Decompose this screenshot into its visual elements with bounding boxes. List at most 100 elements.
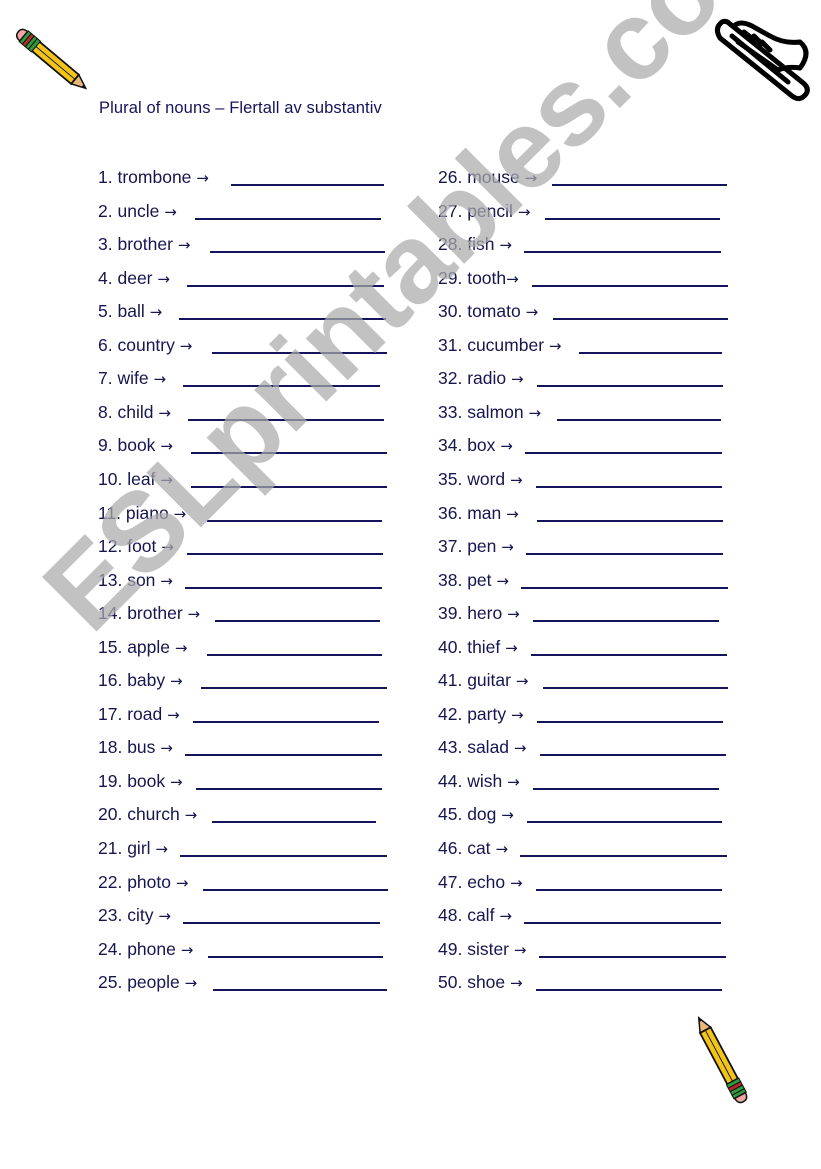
arrow-right-icon: → [157,270,170,288]
exercise-label: 11. piano → [98,502,186,525]
answer-blank-line[interactable] [191,452,387,454]
answer-blank-line[interactable] [180,855,387,857]
answer-blank-line[interactable] [183,385,380,387]
answer-blank-line[interactable] [210,251,385,253]
answer-blank-line[interactable] [179,318,386,320]
answer-blank-line[interactable] [212,352,387,354]
answer-blank-line[interactable] [520,855,727,857]
item-number: 14. [98,603,123,623]
answer-blank-line[interactable] [521,587,728,589]
item-word: radio [467,368,507,388]
answer-blank-line[interactable] [536,486,722,488]
answer-blank-line[interactable] [185,587,382,589]
exercise-label: 8. child → [98,401,171,424]
answer-blank-line[interactable] [537,520,723,522]
answer-blank-line[interactable] [525,452,722,454]
answer-blank-line[interactable] [196,788,382,790]
item-word: book [127,771,166,791]
item-number: 2. [98,201,113,221]
exercise-item: 15. apple → [98,636,418,660]
item-word: photo [127,872,171,892]
answer-blank-line[interactable] [201,687,387,689]
exercise-label: 17. road → [98,703,180,726]
answer-blank-line[interactable] [552,184,727,186]
item-word: foot [127,536,157,556]
answer-blank-line[interactable] [543,687,728,689]
answer-blank-line[interactable] [536,989,722,991]
answer-blank-line[interactable] [533,788,719,790]
exercise-label: 27. pencil → [438,200,530,223]
item-word: wish [467,771,503,791]
answer-blank-line[interactable] [183,922,380,924]
item-word: box [467,435,496,455]
answer-blank-line[interactable] [526,553,723,555]
arrow-right-icon: → [513,739,527,757]
item-word: mouse [467,167,520,187]
item-word: apple [127,637,171,657]
arrow-right-icon: → [160,572,173,590]
answer-blank-line[interactable] [524,251,721,253]
answer-blank-line[interactable] [193,721,379,723]
item-number: 36. [438,503,463,523]
item-number: 28. [438,234,463,254]
answer-blank-line[interactable] [531,654,727,656]
arrow-right-icon: → [155,840,168,858]
exercise-label: 50. shoe → [438,971,523,994]
item-number: 47. [438,872,463,892]
arrow-right-icon: → [499,236,512,254]
answer-blank-line[interactable] [185,754,382,756]
answer-blank-line[interactable] [213,989,387,991]
exercise-label: 43. salad → [438,736,527,759]
answer-blank-line[interactable] [557,419,721,421]
answer-blank-line[interactable] [212,821,376,823]
exercise-item: 9. book → [98,434,418,458]
arrow-right-icon: → [528,404,542,422]
item-number: 32. [438,368,463,388]
exercise-item: 3. brother → [98,233,418,257]
exercise-item: 29. tooth→ [438,267,758,291]
arrow-right-icon: → [495,840,509,858]
exercise-label: 6. country → [98,334,192,357]
answer-blank-line[interactable] [553,318,728,320]
item-word: salad [467,737,510,757]
arrow-right-icon: → [164,203,177,221]
answer-blank-line[interactable] [537,721,723,723]
answer-blank-line[interactable] [532,285,728,287]
exercise-label: 24. phone → [98,938,193,961]
answer-blank-line[interactable] [207,654,382,656]
exercise-label: 10. leaf → [98,468,173,491]
item-number: 4. [98,268,113,288]
answer-blank-line[interactable] [188,419,384,421]
answer-blank-line[interactable] [524,922,721,924]
arrow-right-icon: → [160,739,173,757]
item-word: man [467,503,502,523]
answer-blank-line[interactable] [533,620,719,622]
answer-blank-line[interactable] [187,553,383,555]
item-number: 31. [438,335,463,355]
answer-blank-line[interactable] [537,385,723,387]
answer-blank-line[interactable] [545,218,720,220]
answer-blank-line[interactable] [187,285,384,287]
arrow-right-icon: → [506,270,519,288]
answer-blank-line[interactable] [207,520,382,522]
exercise-item: 7. wife → [98,367,418,391]
item-word: cucumber [467,335,545,355]
answer-blank-line[interactable] [540,754,726,756]
answer-blank-line[interactable] [231,184,384,186]
answer-blank-line[interactable] [195,218,381,220]
answer-blank-line[interactable] [191,486,387,488]
answer-blank-line[interactable] [579,352,722,354]
exercise-label: 1. trombone → [98,166,209,189]
item-number: 27. [438,201,463,221]
answer-blank-line[interactable] [527,821,722,823]
item-number: 15. [98,637,123,657]
arrow-right-icon: → [158,404,171,422]
item-number: 5. [98,301,113,321]
answer-blank-line[interactable] [208,956,383,958]
item-number: 35. [438,469,463,489]
answer-blank-line[interactable] [215,620,380,622]
answer-blank-line[interactable] [203,889,388,891]
item-number: 25. [98,972,123,992]
answer-blank-line[interactable] [539,956,726,958]
answer-blank-line[interactable] [536,889,722,891]
